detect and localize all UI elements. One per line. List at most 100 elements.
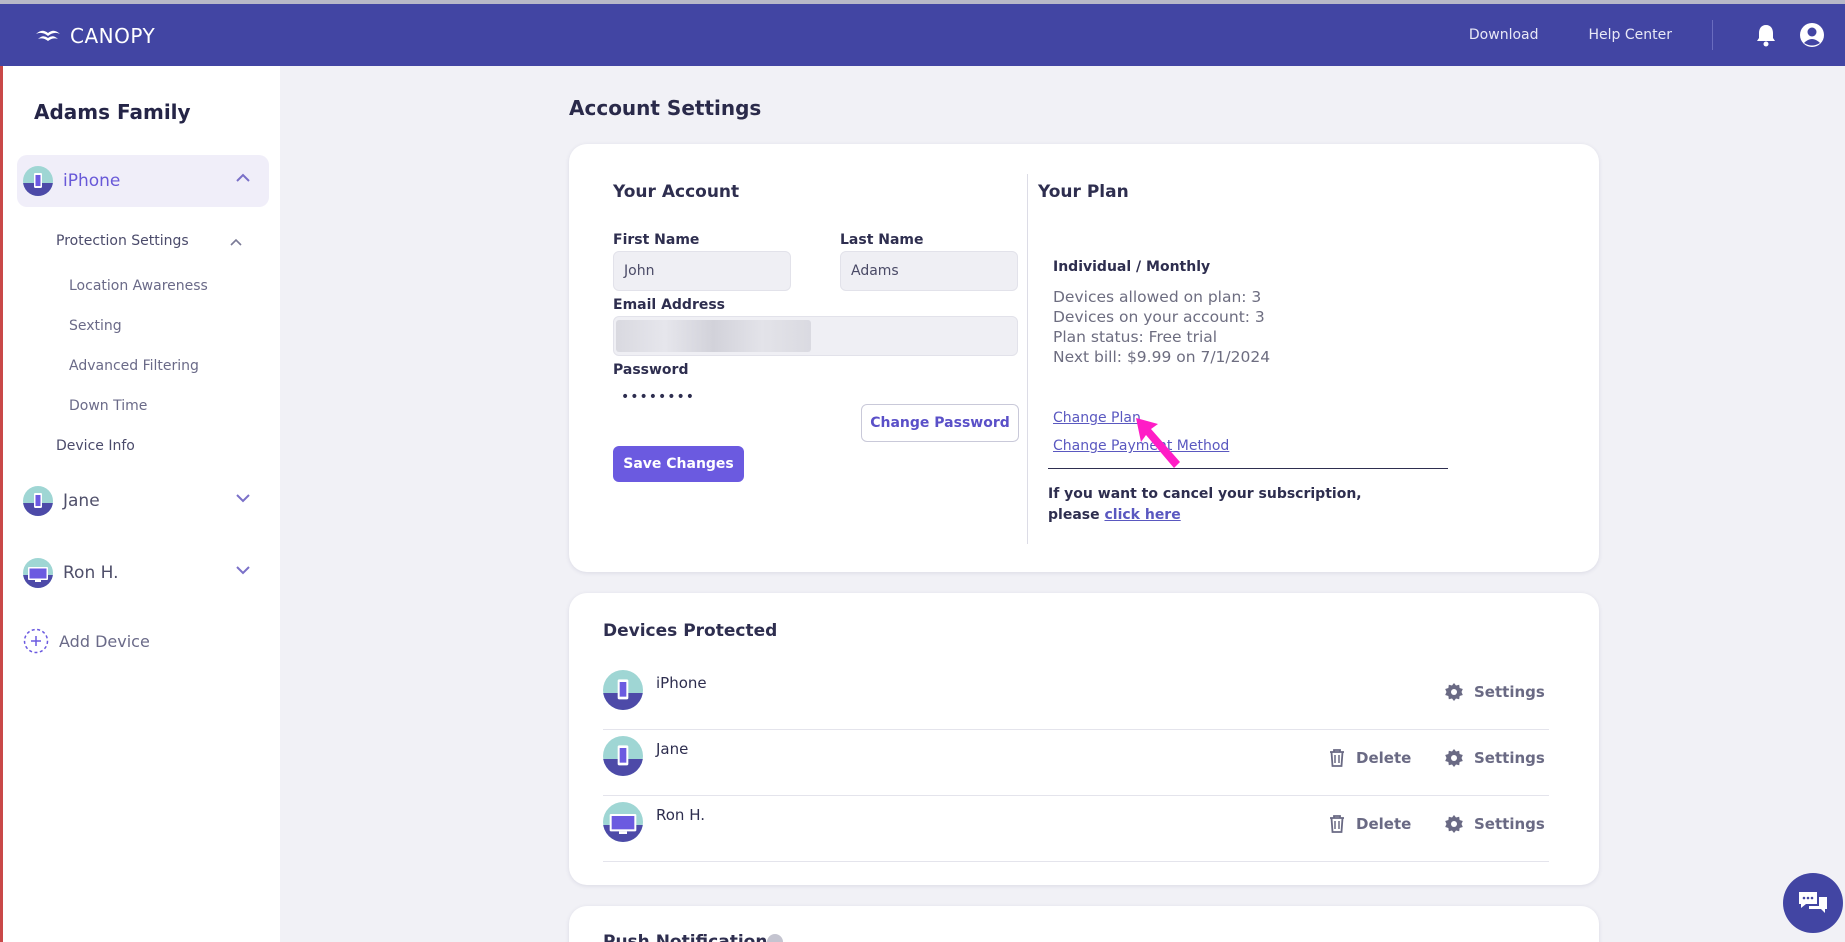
push-notifications-title: Push Notifications: [603, 932, 778, 942]
device-row-ron: Ron H. Delete Settings: [603, 796, 1549, 862]
device-name: iPhone: [656, 674, 707, 692]
phone-avatar: [23, 486, 53, 516]
sidebar-device-iphone[interactable]: iPhone: [17, 155, 269, 207]
sidebar-device-ron[interactable]: Ron H.: [17, 547, 269, 599]
password-label: Password: [613, 362, 689, 378]
gear-icon: [1445, 815, 1463, 833]
your-account-title: Your Account: [613, 182, 740, 202]
plan-name: Individual / Monthly: [1053, 259, 1211, 275]
chevron-up-icon[interactable]: [235, 173, 251, 183]
device-name: Ron H.: [656, 806, 705, 824]
sidebar: Adams Family iPhone Protection Settings …: [0, 66, 280, 942]
push-notifications-card: Push Notifications: [569, 906, 1599, 942]
canopy-logo[interactable]: CANOPY: [34, 24, 155, 48]
delete-label: Delete: [1356, 749, 1412, 767]
settings-label: Settings: [1474, 683, 1545, 701]
sidebar-item-device-info[interactable]: Device Info: [56, 438, 135, 454]
sidebar-device-jane[interactable]: Jane: [17, 475, 269, 527]
plan-devices-on-account: Devices on your account: 3: [1053, 308, 1265, 326]
trash-icon: [1330, 815, 1344, 833]
delete-label: Delete: [1356, 815, 1412, 833]
chevron-down-icon[interactable]: [235, 493, 251, 503]
first-name-input[interactable]: John: [613, 251, 791, 291]
email-label: Email Address: [613, 297, 726, 313]
info-icon[interactable]: [767, 934, 783, 942]
add-circle-icon: [23, 628, 49, 654]
family-name: Adams Family: [34, 100, 191, 124]
sidebar-item-location-awareness[interactable]: Location Awareness: [69, 278, 208, 294]
change-password-button[interactable]: Change Password: [861, 404, 1019, 442]
phone-avatar: [603, 670, 643, 710]
canopy-logo-icon: [36, 30, 60, 41]
plan-separator: [1048, 468, 1448, 469]
sidebar-item-down-time[interactable]: Down Time: [69, 398, 147, 414]
desktop-icon: [28, 567, 48, 582]
cancel-text-line-1: If you want to cancel your subscription,: [1048, 486, 1362, 502]
gear-icon: [1445, 749, 1463, 767]
help-center-link[interactable]: Help Center: [1589, 27, 1673, 43]
sidebar-item-sexting[interactable]: Sexting: [69, 318, 122, 334]
device-row-iphone: iPhone Settings: [603, 664, 1549, 730]
desktop-icon: [609, 814, 637, 834]
sidebar-device-name: Ron H.: [63, 563, 119, 583]
last-name-label: Last Name: [840, 232, 924, 248]
device-delete-button[interactable]: Delete: [1328, 748, 1411, 768]
sidebar-protection-settings[interactable]: Protection Settings: [56, 233, 189, 249]
top-bar: CANOPY Download Help Center: [0, 0, 1845, 66]
chat-icon: [1799, 892, 1827, 913]
phone-avatar: [23, 166, 53, 196]
phone-icon: [617, 679, 629, 700]
device-settings-button[interactable]: Settings: [1444, 814, 1545, 834]
devices-protected-title: Devices Protected: [603, 621, 778, 641]
desktop-avatar: [23, 558, 53, 588]
chat-button[interactable]: [1783, 873, 1843, 933]
settings-label: Settings: [1474, 815, 1545, 833]
phone-avatar: [603, 736, 643, 776]
password-value: ••••••••: [621, 389, 696, 405]
phone-icon: [34, 493, 42, 508]
sidebar-device-name: Jane: [63, 491, 100, 511]
sidebar-item-advanced-filtering[interactable]: Advanced Filtering: [69, 358, 199, 374]
sidebar-device-name: iPhone: [63, 171, 121, 191]
save-changes-button[interactable]: Save Changes: [613, 446, 744, 482]
chevron-down-icon[interactable]: [235, 565, 251, 575]
add-device-button[interactable]: Add Device: [23, 628, 150, 654]
plan-devices-allowed: Devices allowed on plan: 3: [1053, 288, 1262, 306]
phone-icon: [34, 173, 42, 188]
plan-next-bill: Next bill: $9.99 on 7/1/2024: [1053, 348, 1271, 366]
gear-icon: [1445, 683, 1463, 701]
nav-divider: [1712, 20, 1713, 50]
device-settings-button[interactable]: Settings: [1444, 748, 1545, 768]
change-plan-link[interactable]: Change Plan: [1053, 410, 1141, 426]
device-delete-button[interactable]: Delete: [1328, 814, 1411, 834]
brand-name: CANOPY: [70, 24, 156, 48]
pointer-arrow-icon: [1136, 418, 1180, 468]
trash-icon: [1330, 749, 1344, 767]
cancel-click-here-link[interactable]: click here: [1104, 507, 1180, 523]
device-settings-button[interactable]: Settings: [1444, 682, 1545, 702]
desktop-avatar: [603, 802, 643, 842]
plan-status: Plan status: Free trial: [1053, 328, 1218, 346]
redacted-email: [616, 320, 811, 352]
phone-icon: [617, 745, 629, 766]
email-input[interactable]: [613, 316, 1018, 356]
chevron-up-icon[interactable]: [229, 238, 243, 247]
card-divider: [1027, 174, 1028, 544]
add-device-label: Add Device: [59, 631, 150, 651]
account-icon[interactable]: [1799, 22, 1825, 48]
devices-protected-card: Devices Protected iPhone Settings Jane D…: [569, 593, 1599, 885]
cancel-subscription-text: If you want to cancel your subscription,…: [1048, 484, 1378, 526]
device-row-jane: Jane Delete Settings: [603, 730, 1549, 796]
top-nav: Download Help Center: [1469, 4, 1845, 66]
protection-settings-label: Protection Settings: [56, 233, 189, 249]
bell-icon[interactable]: [1753, 22, 1779, 48]
your-plan-title: Your Plan: [1038, 182, 1129, 202]
page-title: Account Settings: [569, 96, 762, 120]
settings-label: Settings: [1474, 749, 1545, 767]
account-card: Your Account First Name John Last Name A…: [569, 144, 1599, 572]
device-name: Jane: [656, 740, 689, 758]
download-link[interactable]: Download: [1469, 27, 1539, 43]
last-name-input[interactable]: Adams: [840, 251, 1018, 291]
cancel-text-line-2: please: [1048, 507, 1105, 523]
first-name-label: First Name: [613, 232, 700, 248]
